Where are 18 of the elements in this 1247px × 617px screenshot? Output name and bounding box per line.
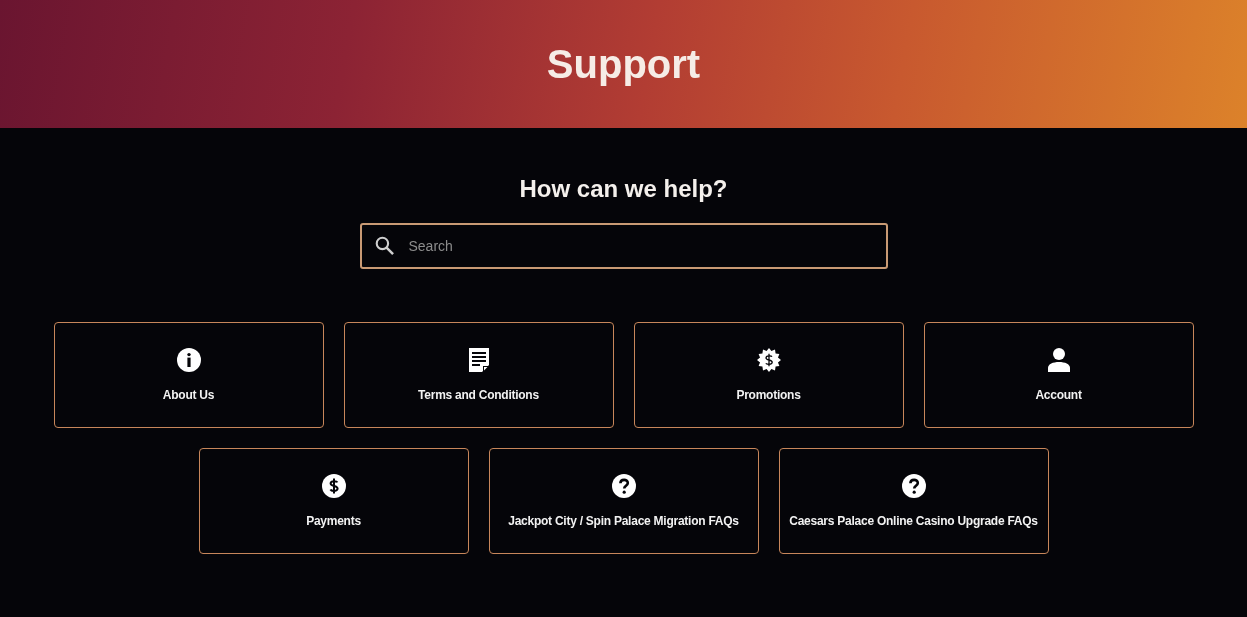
dollar-icon [321,474,346,498]
category-card[interactable]: Payments [198,448,469,554]
user-icon [1046,348,1071,372]
category-card[interactable]: Promotions [633,322,904,428]
help-heading: How can we help? [519,174,728,204]
search-field[interactable]: Search [359,223,888,269]
search-icon [374,236,394,255]
help-icon [901,474,926,498]
help-icon [611,474,636,498]
dollar-badge-icon [756,348,781,372]
category-card[interactable]: About Us [53,322,324,428]
category-card[interactable]: Caesars Palace Online Casino Upgrade FAQs [778,448,1049,554]
page-title: Support [546,41,701,87]
category-card[interactable]: Account [923,322,1194,428]
category-card[interactable]: Jackpot City / Spin Palace Migration FAQs [488,448,759,554]
info-icon [176,348,201,372]
document-icon [466,348,491,372]
category-card[interactable]: Terms and Conditions [343,322,614,428]
